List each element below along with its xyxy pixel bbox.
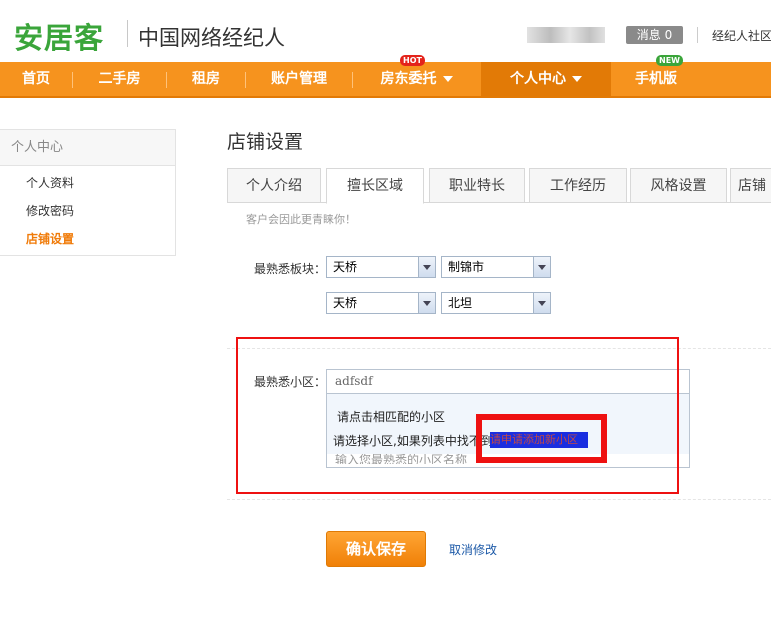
- sidebar-item-profile[interactable]: 个人资料: [26, 174, 74, 191]
- section-divider: [227, 499, 771, 500]
- tab-expertise-area[interactable]: 擅长区域: [326, 168, 424, 204]
- logo[interactable]: 安居客: [14, 15, 104, 57]
- annotation-highlight-box: [476, 414, 607, 463]
- nav-item-home[interactable]: 首页: [0, 62, 72, 96]
- page-title: 店铺设置: [227, 131, 304, 153]
- chevron-down-icon: [533, 257, 550, 277]
- tab-shop[interactable]: 店铺: [730, 168, 771, 203]
- district-select-2[interactable]: 天桥: [326, 292, 436, 314]
- district-label: 最熟悉板块：: [254, 262, 327, 276]
- chevron-down-icon: [572, 76, 582, 82]
- nav-label: 房东委托: [380, 71, 437, 87]
- chevron-down-icon: [418, 293, 435, 313]
- nav-label: 租房: [192, 71, 220, 87]
- sidebar-item-shop-settings[interactable]: 店铺设置: [26, 230, 74, 247]
- new-badge: NEW: [656, 55, 683, 66]
- select-value: 天桥: [333, 296, 358, 310]
- nav-label: 个人中心: [510, 71, 566, 87]
- nav-item-account[interactable]: 账户管理: [246, 62, 352, 96]
- main-nav: 首页 二手房 租房 账户管理 房东委托 个人中心 手机版: [0, 62, 771, 98]
- header-divider: [697, 27, 698, 43]
- chevron-down-icon: [442, 76, 453, 82]
- tab-work-history[interactable]: 工作经历: [529, 168, 627, 203]
- district-select-1[interactable]: 天桥: [326, 256, 436, 278]
- cancel-link[interactable]: 取消修改: [449, 541, 497, 558]
- site-subtitle: 中国网络经纪人: [138, 26, 285, 50]
- nav-item-rent[interactable]: 租房: [167, 62, 245, 96]
- nav-item-second-hand[interactable]: 二手房: [73, 62, 166, 96]
- save-button[interactable]: 确认保存: [326, 531, 426, 567]
- site-header: 安居客 中国网络经纪人 消息 0 经纪人社区: [0, 0, 771, 62]
- sidebar-item-password[interactable]: 修改密码: [26, 202, 74, 219]
- sidebar-title: 个人中心: [0, 130, 175, 166]
- nav-label: 账户管理: [271, 71, 327, 87]
- nav-item-landlord[interactable]: 房东委托: [353, 62, 480, 96]
- community-link[interactable]: 经纪人社区: [712, 27, 771, 44]
- annotation-highlight-box: [236, 337, 679, 494]
- tab-specialty[interactable]: 职业特长: [429, 168, 525, 203]
- chevron-down-icon: [533, 293, 550, 313]
- nav-item-personal-center[interactable]: 个人中心: [481, 62, 611, 96]
- nav-label: 首页: [22, 71, 50, 87]
- nav-item-mobile[interactable]: 手机版: [611, 62, 701, 96]
- tab-style[interactable]: 风格设置: [630, 168, 727, 203]
- select-value: 北坦: [448, 296, 473, 310]
- message-badge[interactable]: 消息 0: [626, 26, 683, 44]
- tab-intro[interactable]: 个人介绍: [227, 168, 321, 203]
- tab-bar: 个人介绍 擅长区域 职业特长 工作经历 风格设置 店铺: [227, 168, 771, 204]
- blurred-username[interactable]: [527, 27, 605, 43]
- chevron-down-icon: [418, 257, 435, 277]
- nav-label: 手机版: [635, 71, 677, 87]
- logo-divider: [127, 20, 128, 47]
- block-select-1[interactable]: 制锦市: [441, 256, 551, 278]
- hot-badge: HOT: [400, 55, 425, 66]
- block-select-2[interactable]: 北坦: [441, 292, 551, 314]
- select-value: 天桥: [333, 260, 358, 274]
- sidebar: 个人中心 个人资料 修改密码 店铺设置: [0, 129, 176, 256]
- nav-label: 二手房: [98, 71, 141, 87]
- select-value: 制锦市: [448, 260, 485, 274]
- hint-text: 客户会因此更青睐你！: [246, 213, 356, 226]
